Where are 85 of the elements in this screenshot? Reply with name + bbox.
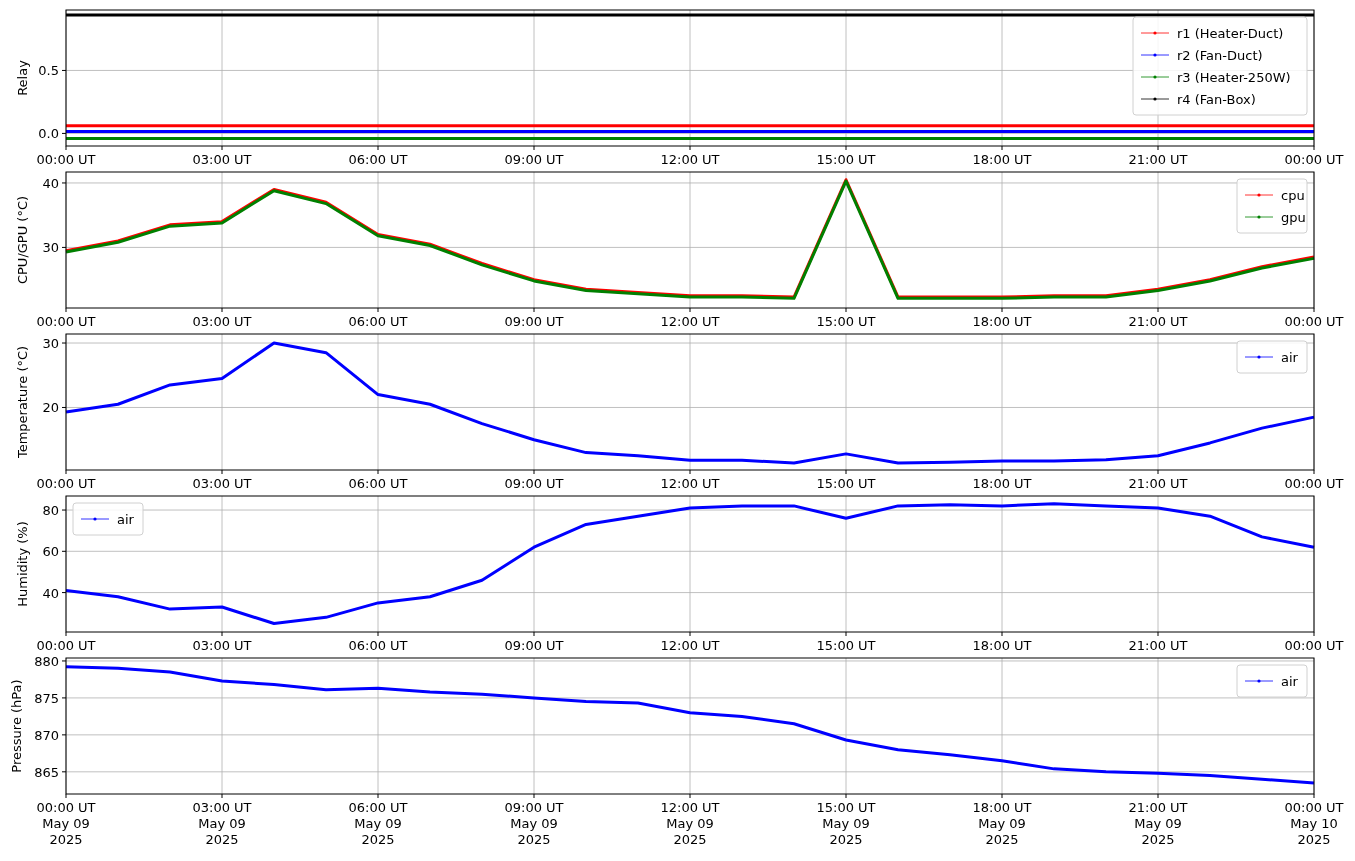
- legend-line-icon: [1140, 53, 1170, 57]
- tick-label: 30: [42, 240, 59, 256]
- tick-label: 09:00 UT: [504, 152, 564, 167]
- tick-label: 00:00 UT: [36, 314, 96, 329]
- legend-label: air: [1281, 674, 1298, 689]
- legend-label: cpu: [1281, 188, 1305, 203]
- tick-label: 80: [42, 503, 59, 519]
- tick-label: 880: [34, 656, 59, 669]
- tick-label: 21:00 UT: [1128, 314, 1188, 329]
- legend-label: r1 (Heater-Duct): [1177, 26, 1284, 41]
- tick-label: 40: [42, 175, 59, 191]
- tick-label: 06:00 UT: [348, 314, 408, 329]
- tick-label: 21:00 UT: [1128, 638, 1188, 653]
- tick-label: 06:00 UT: [348, 638, 408, 653]
- tick-label: 00:00 UT: [1284, 314, 1344, 329]
- tick-label: 12:00 UT: [660, 638, 720, 653]
- legend-line-icon: [1244, 215, 1274, 219]
- tick-label: 60: [42, 544, 59, 560]
- axis-label: Pressure (hPa): [9, 679, 24, 773]
- tick-label: 0.5: [38, 63, 59, 79]
- legend-background: [1236, 664, 1308, 698]
- tick-label: 20: [42, 400, 59, 416]
- tick-label: 00:00 UT: [36, 152, 96, 167]
- legend-label: r4 (Fan-Box): [1177, 92, 1256, 107]
- legend-label: r3 (Heater-250W): [1177, 70, 1291, 85]
- axis-label: Humidity (%): [15, 521, 30, 607]
- tick-label: 18:00 UT: [972, 314, 1032, 329]
- tick-label: 12:00 UT May 09 2025: [660, 800, 720, 847]
- tick-label: 18:00 UT May 09 2025: [972, 800, 1032, 847]
- tick-label: 40: [42, 585, 59, 601]
- tick-label: 18:00 UT: [972, 152, 1032, 167]
- tick-label: 00:00 UT: [1284, 152, 1344, 167]
- tick-label: 18:00 UT: [972, 638, 1032, 653]
- legend-background: [72, 502, 144, 536]
- tick-label: 21:00 UT: [1128, 152, 1188, 167]
- legend-background: [1236, 178, 1308, 234]
- tick-label: 03:00 UT: [192, 152, 252, 167]
- tick-label: 06:00 UT May 09 2025: [348, 800, 408, 847]
- tick-label: 09:00 UT: [504, 476, 564, 491]
- tick-label: 00:00 UT May 09 2025: [36, 800, 96, 847]
- tick-label: 15:00 UT: [816, 638, 876, 653]
- legend-line-icon: [1244, 355, 1274, 359]
- tick-label: 03:00 UT: [192, 638, 252, 653]
- tick-label: 21:00 UT May 09 2025: [1128, 800, 1188, 847]
- tick-label: 15:00 UT: [816, 152, 876, 167]
- tick-label: 12:00 UT: [660, 152, 720, 167]
- tick-label: 00:00 UT May 10 2025: [1284, 800, 1344, 847]
- axis-label: CPU/GPU (°C): [15, 195, 30, 285]
- tick-label: 03:00 UT: [192, 314, 252, 329]
- legend-background: [1236, 340, 1308, 374]
- tick-label: 15:00 UT: [816, 476, 876, 491]
- tick-label: 09:00 UT: [504, 638, 564, 653]
- legend-line-icon: [1140, 31, 1170, 35]
- tick-label: 00:00 UT: [1284, 638, 1344, 653]
- tick-label: 12:00 UT: [660, 476, 720, 491]
- tick-label: 00:00 UT: [36, 638, 96, 653]
- tick-label: 875: [34, 690, 59, 706]
- tick-label: 06:00 UT: [348, 152, 408, 167]
- tick-label: 18:00 UT: [972, 476, 1032, 491]
- legend-line-icon: [1244, 679, 1274, 683]
- legend-line-icon: [1140, 97, 1170, 101]
- legend-label: air: [117, 512, 134, 527]
- tick-label: 00:00 UT: [1284, 476, 1344, 491]
- legend-label: gpu: [1281, 210, 1306, 225]
- tick-label: 21:00 UT: [1128, 476, 1188, 491]
- tick-label: 0.0: [38, 126, 59, 142]
- legend-label: r2 (Fan-Duct): [1177, 48, 1263, 63]
- tick-label: 06:00 UT: [348, 476, 408, 491]
- tick-label: 00:00 UT: [36, 476, 96, 491]
- tick-label: 865: [34, 764, 59, 780]
- tick-label: 03:00 UT: [192, 476, 252, 491]
- legend-line-icon: [80, 517, 110, 521]
- legend-line-icon: [1244, 193, 1274, 197]
- tick-label: 15:00 UT: [816, 314, 876, 329]
- axis-label: Relay: [15, 60, 30, 96]
- tick-label: 870: [34, 727, 59, 743]
- tick-label: 15:00 UT May 09 2025: [816, 800, 876, 847]
- tick-label: 30: [42, 336, 59, 351]
- tick-label: 09:00 UT: [504, 314, 564, 329]
- tick-label: 12:00 UT: [660, 314, 720, 329]
- tick-label: 09:00 UT May 09 2025: [504, 800, 564, 847]
- legend-line-icon: [1140, 75, 1170, 79]
- tick-label: 03:00 UT May 09 2025: [192, 800, 252, 847]
- legend-label: air: [1281, 350, 1298, 365]
- axis-label: Temperature (°C): [15, 345, 30, 459]
